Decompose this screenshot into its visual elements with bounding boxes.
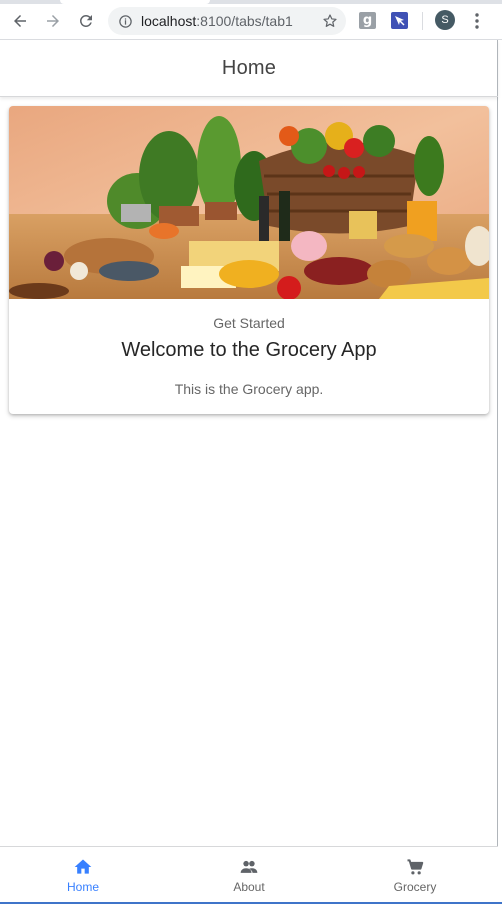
info-icon[interactable] (118, 14, 133, 29)
url-text[interactable]: localhost:8100/tabs/tab1 (141, 13, 293, 29)
address-bar[interactable]: localhost:8100/tabs/tab1 (108, 7, 346, 35)
tab-home[interactable]: Home (0, 847, 166, 903)
toolbar-divider (422, 12, 423, 30)
card-title: Welcome to the Grocery App (121, 339, 377, 361)
back-button[interactable] (9, 10, 31, 32)
page-title: Home (221, 56, 277, 79)
tab-about[interactable]: About (166, 847, 332, 903)
cursor-icon (395, 16, 405, 26)
extension-g-icon[interactable]: g (359, 12, 376, 29)
tab-bar: Home About Grocery (0, 846, 498, 902)
grocery-image (9, 106, 489, 299)
tab-about-label: About (233, 880, 265, 894)
browser-toolbar: localhost:8100/tabs/tab1 g S (0, 0, 502, 40)
profile-avatar[interactable]: S (435, 10, 455, 30)
card-subtitle: Get Started (213, 315, 285, 331)
forward-button[interactable] (42, 10, 64, 32)
star-icon[interactable] (322, 13, 338, 29)
tab-strip (0, 0, 502, 4)
app-page: Home Get Started Welcome to the Grocery … (0, 40, 498, 902)
card-content: This is the Grocery app. (174, 381, 324, 397)
menu-kebab-icon[interactable] (470, 12, 484, 30)
url-path: :8100/tabs/tab1 (196, 13, 293, 29)
extension-arrow-icon[interactable] (391, 12, 408, 29)
reload-icon (79, 14, 92, 27)
tab-home-label: Home (66, 880, 99, 894)
welcome-card: Get Started Welcome to the Grocery App T… (9, 106, 489, 414)
arrow-left-icon (14, 15, 26, 27)
header-toolbar: Home (0, 40, 498, 97)
people-icon (240, 860, 258, 873)
tab-grocery-label: Grocery (393, 880, 437, 894)
arrow-right-icon (47, 15, 59, 27)
home-icon (74, 859, 92, 874)
reload-button[interactable] (75, 10, 97, 32)
tab-grocery[interactable]: Grocery (332, 847, 498, 903)
cart-icon (407, 859, 424, 875)
url-host: localhost (141, 13, 197, 29)
